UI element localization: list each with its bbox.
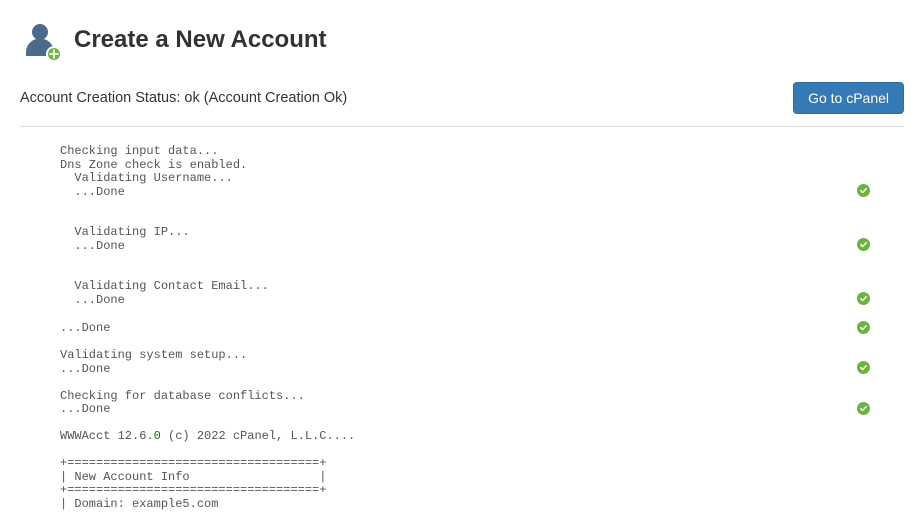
status-row: Account Creation Status: ok (Account Cre… — [20, 82, 904, 114]
check-icon — [857, 402, 870, 415]
log-line: ...Done — [60, 363, 247, 377]
log-box-border: +===================================+ — [60, 457, 884, 471]
wwwacct-pre: WWWAcct 12.6. — [60, 429, 154, 443]
check-icon — [857, 321, 870, 334]
wwwacct-zero: 0 — [154, 429, 161, 443]
log-section-system: Validating system setup... ...Done — [60, 349, 884, 376]
wwwacct-post: (c) 2022 cPanel, L.L.C.... — [161, 429, 355, 443]
status-text: Account Creation Status: ok (Account Cre… — [20, 90, 347, 106]
log-line-wwwacct: WWWAcct 12.6.0 (c) 2022 cPanel, L.L.C...… — [60, 430, 884, 444]
log-section-outer-done: ...Done — [60, 321, 884, 336]
log-section-email: Validating Contact Email... ...Done — [60, 280, 884, 307]
check-icon — [857, 238, 870, 251]
log-line: Validating system setup... — [60, 349, 247, 363]
creation-log: Checking input data... Dns Zone check is… — [20, 145, 904, 511]
create-account-icon — [20, 20, 60, 60]
log-line: Validating Contact Email... — [60, 280, 269, 294]
page-header: Create a New Account — [20, 20, 904, 60]
log-line: Checking for database conflicts... — [60, 390, 305, 404]
log-line: Validating IP... — [60, 226, 190, 240]
log-line: ...Done — [60, 403, 305, 417]
log-section-db: Checking for database conflicts... ...Do… — [60, 390, 884, 417]
plus-icon — [46, 46, 62, 62]
divider — [20, 126, 904, 127]
page-title: Create a New Account — [74, 26, 327, 54]
log-box-border: +===================================+ — [60, 484, 884, 498]
log-section-username: Validating Username... ...Done — [60, 172, 884, 199]
log-line: ...Done — [60, 322, 110, 336]
check-icon — [857, 361, 870, 374]
log-box-domain: | Domain: example5.com — [60, 498, 884, 512]
log-box-title: | New Account Info | — [60, 471, 884, 485]
check-icon — [857, 184, 870, 197]
log-section-ip: Validating IP... ...Done — [60, 226, 884, 253]
log-line: ...Done — [60, 240, 190, 254]
check-icon — [857, 292, 870, 305]
log-line: Dns Zone check is enabled. — [60, 159, 884, 173]
go-to-cpanel-button[interactable]: Go to cPanel — [793, 82, 904, 114]
log-line: ...Done — [60, 186, 233, 200]
log-line: Validating Username... — [60, 172, 233, 186]
log-line: ...Done — [60, 294, 269, 308]
log-line: Checking input data... — [60, 145, 884, 159]
